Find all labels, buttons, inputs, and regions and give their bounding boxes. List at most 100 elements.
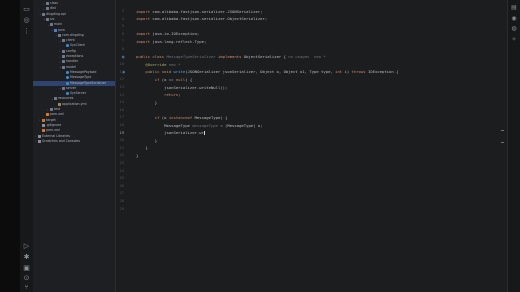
code-token: no usages new * [288,54,326,60]
project-tree-item[interactable]: .gitignore [33,123,115,128]
code-token: } [136,152,139,158]
project-tree-item[interactable]: › test [33,107,115,112]
run-icon[interactable]: ▷ [22,243,31,250]
folder-icon [62,65,65,69]
project-tree-label: java [58,27,65,32]
project-tree-item[interactable]: › Scratches and Consoles [33,138,115,144]
code-token: ) { [185,76,193,82]
project-tree-item[interactable]: › config [33,49,115,54]
structure-icon[interactable]: ⋮ [22,28,31,35]
code-line: public class MessageTypeSerializer imple… [136,54,326,60]
project-tree-label: main [54,22,62,27]
code-token: } [136,145,148,151]
code-token: java.lang.reflect.Type; [152,38,207,44]
project-tree-item[interactable]: MessageTypeSerializer [33,80,115,86]
code-token: MessageType [136,122,193,128]
project-tree-item[interactable]: ⌄ com.dingding [33,33,115,38]
terminal-icon[interactable]: ▣ [22,265,31,272]
project-tree-item[interactable]: SysClient [33,43,115,48]
project-tree-item[interactable]: › dist [33,6,115,11]
line-number: 16 [119,107,124,112]
folder-icon [62,49,65,53]
project-tree-item[interactable]: ⌄ java [33,27,115,33]
line-number: 13 [119,85,124,89]
project-tree-item[interactable]: ⌄ dingding-api [33,12,115,17]
project-tree-item[interactable]: ⌄ resources [33,96,115,101]
project-tree-item[interactable]: MessageType [33,75,115,80]
notifications-icon[interactable]: ▤ [510,5,518,11]
project-tree-item[interactable]: SysServer [33,91,115,96]
code-token: new * [168,61,181,67]
project-tree-panel: › class › dist ⌄ dingding-api ⌄ src ⌄ main ⌄ java ⌄ c… [33,0,116,292]
code-token: if [154,76,162,82]
project-tree-label: target [46,117,56,122]
line-number: 27 [119,191,124,196]
code-token: MessageType) { [194,114,228,120]
debug-icon[interactable]: ✱ [22,254,31,261]
code-token: ; [178,92,181,98]
maven-icon[interactable]: ◍ [510,26,518,32]
code-line: import java.lang.reflect.Type; [136,39,206,45]
ai-assistant-icon[interactable]: ✧ [510,37,518,43]
class-icon [66,92,69,96]
git-icon[interactable]: ⑂ [22,284,31,291]
project-tree-label: model [66,64,76,69]
project-tree-item[interactable]: ⌄ server [33,86,115,91]
line-number: 21 [119,145,124,150]
project-tree-item[interactable]: › exceptions [33,54,115,59]
code-token: throws [351,69,368,75]
project-tree-item[interactable]: › class [33,1,115,6]
code-token: (o == [161,76,176,82]
code-line: } [136,100,157,106]
project-tree-label: pom.xml [46,128,60,133]
project-tree-item[interactable]: MessagePayload [33,70,115,75]
project-tree-label: MessageType [70,75,92,80]
project-tree-label: Scratches and Consoles [42,138,81,143]
folder-icon[interactable]: ▭ [22,6,31,13]
project-tree-label: pom.xml [50,112,64,117]
project-tree-item[interactable]: › target [33,117,115,123]
line-number: 18 [119,123,124,127]
code-line: import com.alibaba.fastjson.serializer.O… [136,16,267,22]
database-icon[interactable]: ◉ [510,16,518,22]
problems-icon[interactable]: ⊙ [22,275,31,282]
folder-icon [46,17,49,21]
class-icon [66,81,69,85]
lib-icon [38,139,41,143]
folder-icon [46,2,49,5]
src-icon [54,28,57,32]
folder-icon [54,97,57,101]
project-tree-label: SysClient [70,43,85,48]
project-tree-label: exceptions [66,54,84,58]
line-number: 5 [121,24,124,29]
line-number: 12 [119,77,124,82]
project-tree-item[interactable]: pom.xml [33,128,115,133]
project-tree-item[interactable]: › External Libraries [33,134,115,139]
commit-icon[interactable]: ◎ [22,17,31,24]
code-token: import [136,38,153,44]
code-token: ObjectSerializer { [243,54,289,60]
project-tree-label: resources [58,96,74,101]
line-number: 6 [121,31,124,36]
project-tree-item[interactable]: pom.xml [33,112,115,117]
project-tree-item[interactable]: ⌄ main [33,22,115,27]
xml-icon [42,129,45,133]
lib-icon [42,123,45,127]
line-number: 26 [119,183,124,188]
project-tree-item[interactable]: ⌄ client [33,38,115,43]
code-editor[interactable]: import com.alibaba.fastjson.serializer.J… [134,0,486,292]
override-marker-icon[interactable]: ◑ [122,70,125,75]
text-caret [203,131,205,136]
project-tree-item[interactable]: application.yml [33,102,115,107]
implemented-marker-icon[interactable]: ◐ [122,55,125,60]
project-tree-item[interactable]: › handler [33,59,115,64]
code-line: jsonSerializer.writeNull(); [136,85,227,91]
code-token: implements [218,54,244,60]
code-token: java.io.IOException; [152,31,200,37]
code-token: import [136,31,153,37]
code-token: (o [161,114,169,120]
project-tree-item[interactable]: ⌄ model [33,64,115,70]
project-tree-item[interactable]: ⌄ src [33,17,115,22]
